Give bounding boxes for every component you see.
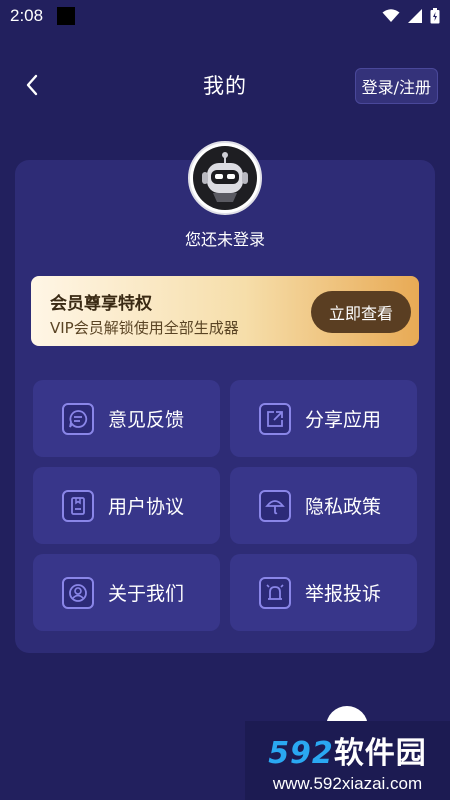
status-time: 2:08 xyxy=(10,6,44,25)
watermark-brand-number: 592 xyxy=(268,735,334,771)
notification-icon xyxy=(57,7,76,25)
menu-item-privacy-policy[interactable]: 隐私政策 xyxy=(230,467,417,544)
menu-item-feedback[interactable]: 意见反馈 xyxy=(33,380,220,457)
chevron-left-icon xyxy=(26,74,38,96)
vip-title: 会员尊享特权 xyxy=(50,294,152,314)
vip-banner[interactable]: 会员尊享特权 VIP会员解锁使用全部生成器 立即查看 xyxy=(31,276,419,346)
vip-subtitle: VIP会员解锁使用全部生成器 xyxy=(50,319,239,337)
signal-icon xyxy=(408,9,422,23)
battery-icon xyxy=(430,8,440,24)
watermark-brand: 592软件园 xyxy=(268,728,427,772)
header: 我的 登录/注册 xyxy=(0,60,450,110)
avatar[interactable] xyxy=(188,141,262,215)
umbrella-icon xyxy=(259,489,291,522)
status-bar: 2:08 xyxy=(0,0,450,32)
menu-label: 举报投诉 xyxy=(305,583,382,605)
share-icon xyxy=(259,402,291,435)
menu-item-share[interactable]: 分享应用 xyxy=(230,380,417,457)
menu-item-about-us[interactable]: 关于我们 xyxy=(33,554,220,631)
watermark-brand-text: 软件园 xyxy=(333,735,427,771)
watermark: 592软件园 www.592xiazai.com xyxy=(245,721,450,800)
menu-item-report[interactable]: 举报投诉 xyxy=(230,554,417,631)
person-icon xyxy=(62,576,94,609)
status-icons xyxy=(382,8,440,24)
username-label: 您还未登录 xyxy=(184,230,265,249)
document-icon xyxy=(62,489,94,522)
menu-label: 关于我们 xyxy=(108,583,185,605)
robot-avatar-icon xyxy=(193,146,257,210)
report-bell-icon xyxy=(259,576,291,609)
menu-label: 分享应用 xyxy=(305,409,382,431)
wifi-icon xyxy=(382,9,400,22)
menu-grid: 意见反馈 分享应用 用户协议 隐私政策 关于我们 举报投诉 xyxy=(33,380,417,631)
back-button[interactable] xyxy=(18,70,46,100)
vip-view-button[interactable]: 立即查看 xyxy=(311,291,411,333)
feedback-icon xyxy=(62,402,94,435)
menu-label: 意见反馈 xyxy=(108,409,185,431)
menu-label: 用户协议 xyxy=(108,496,185,518)
watermark-url: www.592xiazai.com xyxy=(272,773,423,793)
menu-label: 隐私政策 xyxy=(305,496,382,518)
page-title: 我的 xyxy=(203,74,247,98)
menu-item-user-agreement[interactable]: 用户协议 xyxy=(33,467,220,544)
login-register-button[interactable]: 登录/注册 xyxy=(354,68,438,104)
